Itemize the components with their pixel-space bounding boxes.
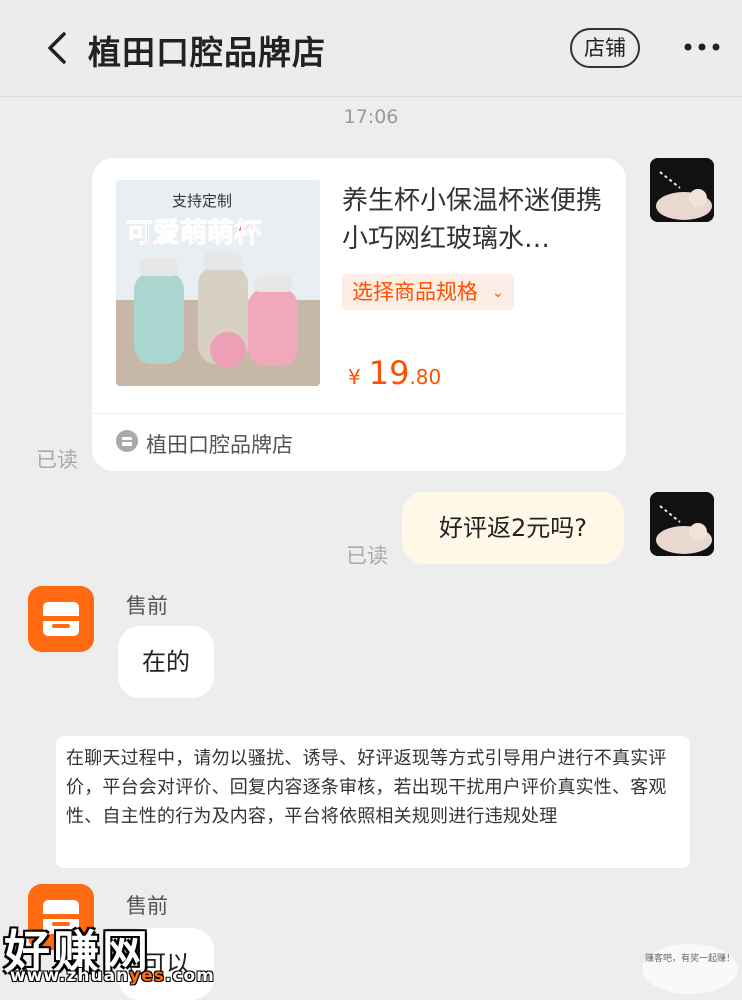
user-avatar[interactable]	[650, 158, 714, 222]
price-currency: ¥	[348, 365, 361, 389]
product-image-headline: 可爱萌萌杯	[126, 218, 261, 249]
message-timestamp: 17:06	[343, 106, 399, 128]
chevron-down-icon: ⌄	[492, 285, 504, 301]
shop-icon	[116, 430, 138, 452]
shop-button[interactable]: 店铺	[570, 28, 640, 68]
select-spec-button[interactable]: 选择商品规格 ⌄	[342, 274, 514, 310]
user-avatar-image	[650, 492, 714, 556]
watermark-url-prefix: www.zhuan	[10, 966, 130, 986]
system-notice: 在聊天过程中，请勿以骚扰、诱导、好评返现等方式引导用户进行不真实评价，平台会对评…	[56, 736, 690, 868]
price-integer: 19	[368, 354, 410, 392]
product-image-caption: 支持定制	[172, 192, 232, 210]
page-title: 植田口腔品牌店	[88, 33, 326, 72]
watermark-url-em: yes	[129, 966, 165, 986]
sender-name: 售前	[126, 594, 168, 618]
user-message-bubble[interactable]: 好评返2元吗?	[402, 492, 624, 564]
user-avatar[interactable]	[650, 492, 714, 556]
user-avatar-image	[650, 158, 714, 222]
product-price: ¥19.80	[348, 354, 441, 392]
shop-message-bubble[interactable]: 在的	[118, 626, 214, 698]
watermark-url-suffix: .com	[164, 966, 215, 986]
card-shop-name[interactable]: 植田口腔品牌店	[146, 429, 293, 459]
select-spec-label: 选择商品规格	[352, 280, 478, 304]
back-chevron-icon[interactable]	[40, 28, 76, 68]
watermark-url: www.zhuanyes.com	[10, 966, 215, 986]
card-divider	[92, 413, 626, 414]
read-receipt: 已读	[346, 544, 388, 568]
price-decimal: .80	[409, 365, 442, 389]
shop-avatar[interactable]	[28, 586, 94, 652]
read-receipt: 已读	[36, 448, 78, 472]
watermark-corner: 赚客吧，有奖一起赚！	[642, 944, 738, 994]
product-illustration: 支持定制 可爱萌萌杯	[116, 180, 320, 386]
more-dots-icon[interactable]	[682, 32, 722, 62]
product-image[interactable]: 支持定制 可爱萌萌杯	[116, 180, 320, 386]
product-name[interactable]: 养生杯小保温杯迷便携小巧网红玻璃水…	[342, 182, 602, 258]
store-icon	[28, 586, 94, 652]
